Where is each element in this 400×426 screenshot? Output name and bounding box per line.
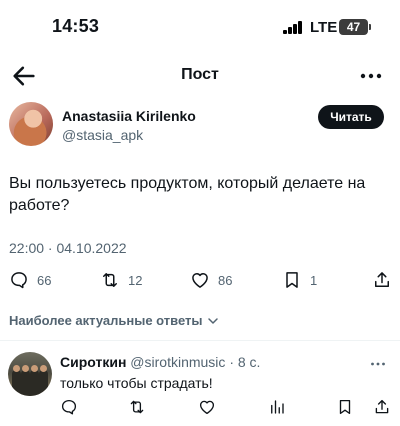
like-count: 86 bbox=[218, 272, 233, 288]
reply-bookmark-button[interactable] bbox=[336, 398, 354, 416]
heart-icon bbox=[199, 400, 215, 415]
reply-count: 66 bbox=[37, 272, 52, 288]
reply-share-button[interactable] bbox=[373, 398, 391, 416]
author-handle[interactable]: @stasia_apk bbox=[62, 127, 143, 143]
network-label: LTE bbox=[310, 19, 338, 36]
tweet-actions: 66 12 86 1 bbox=[0, 266, 400, 298]
retweet-icon bbox=[103, 273, 117, 287]
reply-actions bbox=[0, 396, 400, 422]
share-button[interactable] bbox=[372, 270, 392, 290]
top-nav: Пост bbox=[0, 56, 400, 96]
status-bar: 14:53 LTE 47 bbox=[0, 0, 400, 50]
battery-level: 47 bbox=[346, 20, 361, 34]
follow-button[interactable]: Читать bbox=[318, 105, 384, 129]
reply-time: · 8 с. bbox=[229, 354, 261, 370]
tweet-timestamp[interactable]: 22:00 · 04.10.2022 bbox=[9, 240, 127, 256]
bookmark-count: 1 bbox=[310, 272, 318, 288]
bookmark-icon bbox=[286, 272, 298, 288]
chevron-down-icon bbox=[207, 317, 218, 324]
bookmark-icon bbox=[339, 399, 351, 415]
battery-icon: 47 bbox=[339, 19, 368, 35]
replies-sort-label: Наиболее актуальные ответы bbox=[9, 313, 203, 328]
more-button[interactable] bbox=[360, 68, 382, 84]
reply-reply-button[interactable] bbox=[60, 398, 78, 416]
more-horizontal-icon bbox=[371, 362, 385, 366]
share-icon bbox=[375, 399, 389, 414]
reply-text: только чтобы страдать! bbox=[60, 375, 213, 391]
reply-icon bbox=[11, 272, 27, 289]
reply-avatar[interactable] bbox=[8, 352, 52, 396]
retweet-count: 12 bbox=[128, 272, 143, 288]
author-name[interactable]: Anastasiia Kirilenko bbox=[62, 108, 196, 124]
page-title: Пост bbox=[181, 66, 219, 83]
bookmark-button[interactable]: 1 bbox=[282, 270, 317, 290]
like-button[interactable]: 86 bbox=[190, 270, 232, 290]
signal-icon bbox=[283, 21, 303, 34]
reply-icon bbox=[61, 399, 77, 415]
share-icon bbox=[375, 272, 389, 287]
more-horizontal-icon bbox=[360, 73, 382, 79]
reply-like-button[interactable] bbox=[198, 398, 216, 416]
heart-icon bbox=[192, 273, 208, 288]
status-time: 14:53 bbox=[52, 16, 100, 36]
divider bbox=[0, 340, 400, 341]
tweet-text: Вы пользуетесь продуктом, который делает… bbox=[9, 175, 366, 214]
reply-more-button[interactable] bbox=[370, 356, 386, 366]
reply-views-button[interactable] bbox=[268, 398, 286, 416]
reply-author-name[interactable]: Сироткин bbox=[60, 354, 126, 370]
reply-author-handle[interactable]: @sirotkinmusic bbox=[130, 354, 225, 370]
retweet-button[interactable]: 12 bbox=[100, 270, 142, 290]
reply-header: Сироткин @sirotkinmusic · 8 с. bbox=[60, 354, 260, 370]
reply-button[interactable]: 66 bbox=[9, 270, 51, 290]
tweet-author: Anastasiia Kirilenko @stasia_apk Читать bbox=[0, 100, 400, 154]
reply-item[interactable]: Сироткин @sirotkinmusic · 8 с. только чт… bbox=[0, 344, 400, 426]
retweet-icon bbox=[130, 400, 144, 414]
reply-retweet-button[interactable] bbox=[128, 398, 146, 416]
views-icon bbox=[271, 400, 284, 414]
battery-cap bbox=[369, 24, 371, 30]
replies-sort-filter[interactable]: Наиболее актуальные ответы bbox=[9, 313, 219, 328]
avatar[interactable] bbox=[9, 102, 53, 146]
